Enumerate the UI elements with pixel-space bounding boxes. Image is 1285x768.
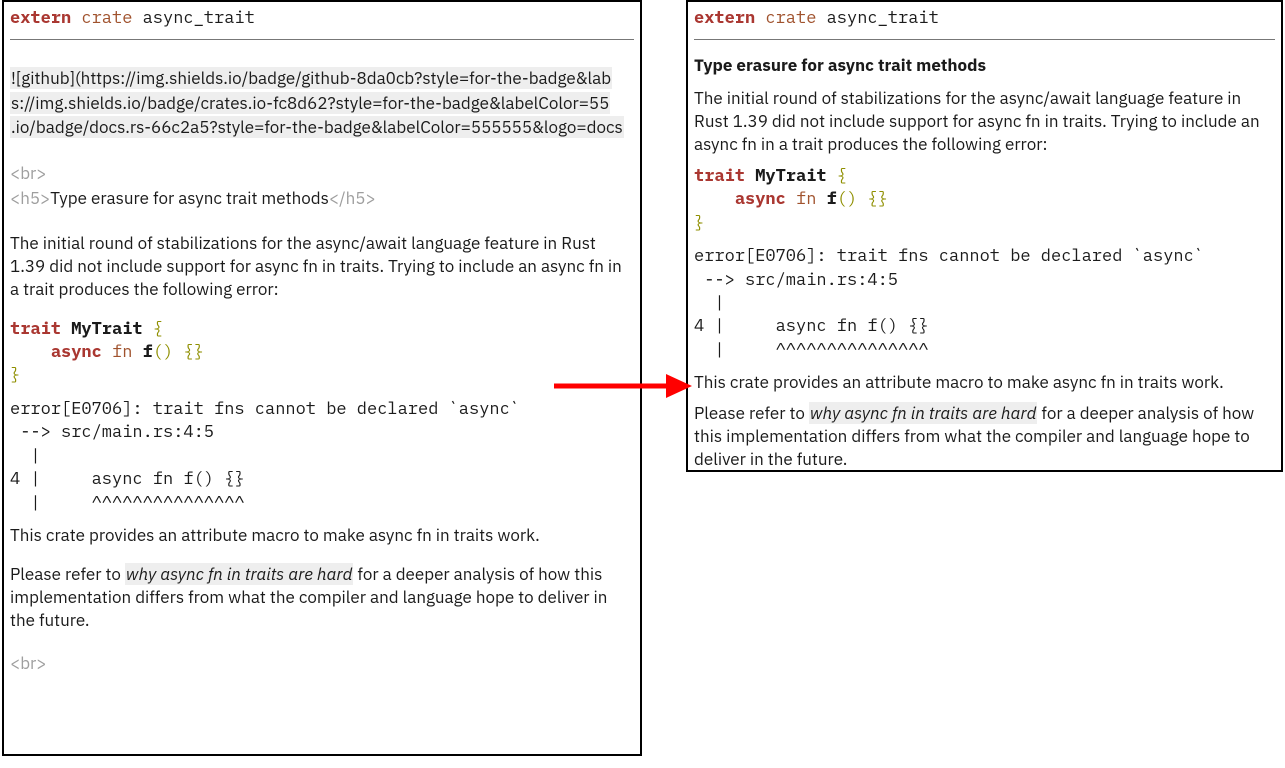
heading-rendered: Type erasure for async trait methods: [694, 54, 1275, 77]
trait-code-block-rendered: trait MyTrait { async fn f() {} }: [694, 164, 1275, 234]
br-tag-raw-bottom: <br>: [10, 652, 634, 675]
crate-name: async_trait: [132, 6, 254, 28]
outro-para-1-rendered: This crate provides an attribute macro t…: [694, 371, 1275, 394]
h5-tag-raw: <h5>Type erasure for async trait methods…: [10, 187, 634, 210]
trait-code-block: trait MyTrait { async fn f() {} }: [10, 317, 634, 387]
h5-open-tag: <h5>: [10, 187, 50, 209]
outro2-pre: Please refer to: [10, 563, 125, 585]
h5-close-tag: </h5>: [329, 187, 376, 209]
extern-crate-line-rendered: extern crate async_trait: [694, 6, 1275, 29]
kw-extern: extern: [10, 6, 71, 28]
extern-crate-line: extern crate async_trait: [10, 6, 634, 29]
badge-markdown-line1: ![github](https://img.shields.io/badge/g…: [10, 66, 634, 91]
br-tag-raw: <br>: [10, 162, 634, 185]
heading-text: Type erasure for async trait methods: [50, 187, 329, 209]
reference-link[interactable]: why async fn in traits are hard: [125, 563, 353, 585]
source-pane: extern crate async_trait ![github](https…: [2, 0, 642, 756]
rendered-pane: extern crate async_trait Type erasure fo…: [686, 0, 1283, 472]
horizontal-rule-rendered: [694, 39, 1275, 40]
error-output-block-rendered: error[E0706]: trait fns cannot be declar…: [694, 244, 1275, 361]
reference-link-rendered[interactable]: why async fn in traits are hard: [809, 402, 1037, 424]
kw-crate: crate: [81, 6, 132, 28]
intro-paragraph: The initial round of stabilizations for …: [10, 232, 634, 301]
horizontal-rule: [10, 39, 634, 40]
badge-markdown-line2: s://img.shields.io/badge/crates.io-fc8d6…: [10, 91, 634, 116]
error-output-block: error[E0706]: trait fns cannot be declar…: [10, 397, 634, 514]
document-stage: extern crate async_trait ![github](https…: [0, 0, 1285, 768]
intro-paragraph-rendered: The initial round of stabilizations for …: [694, 87, 1275, 156]
badge-markdown-line3: .io/badge/docs.rs-66c2a5?style=for-the-b…: [10, 115, 634, 140]
outro-para-1: This crate provides an attribute macro t…: [10, 524, 634, 547]
outro-para-2-rendered: Please refer to why async fn in traits a…: [694, 402, 1275, 471]
outro-para-2: Please refer to why async fn in traits a…: [10, 563, 634, 632]
